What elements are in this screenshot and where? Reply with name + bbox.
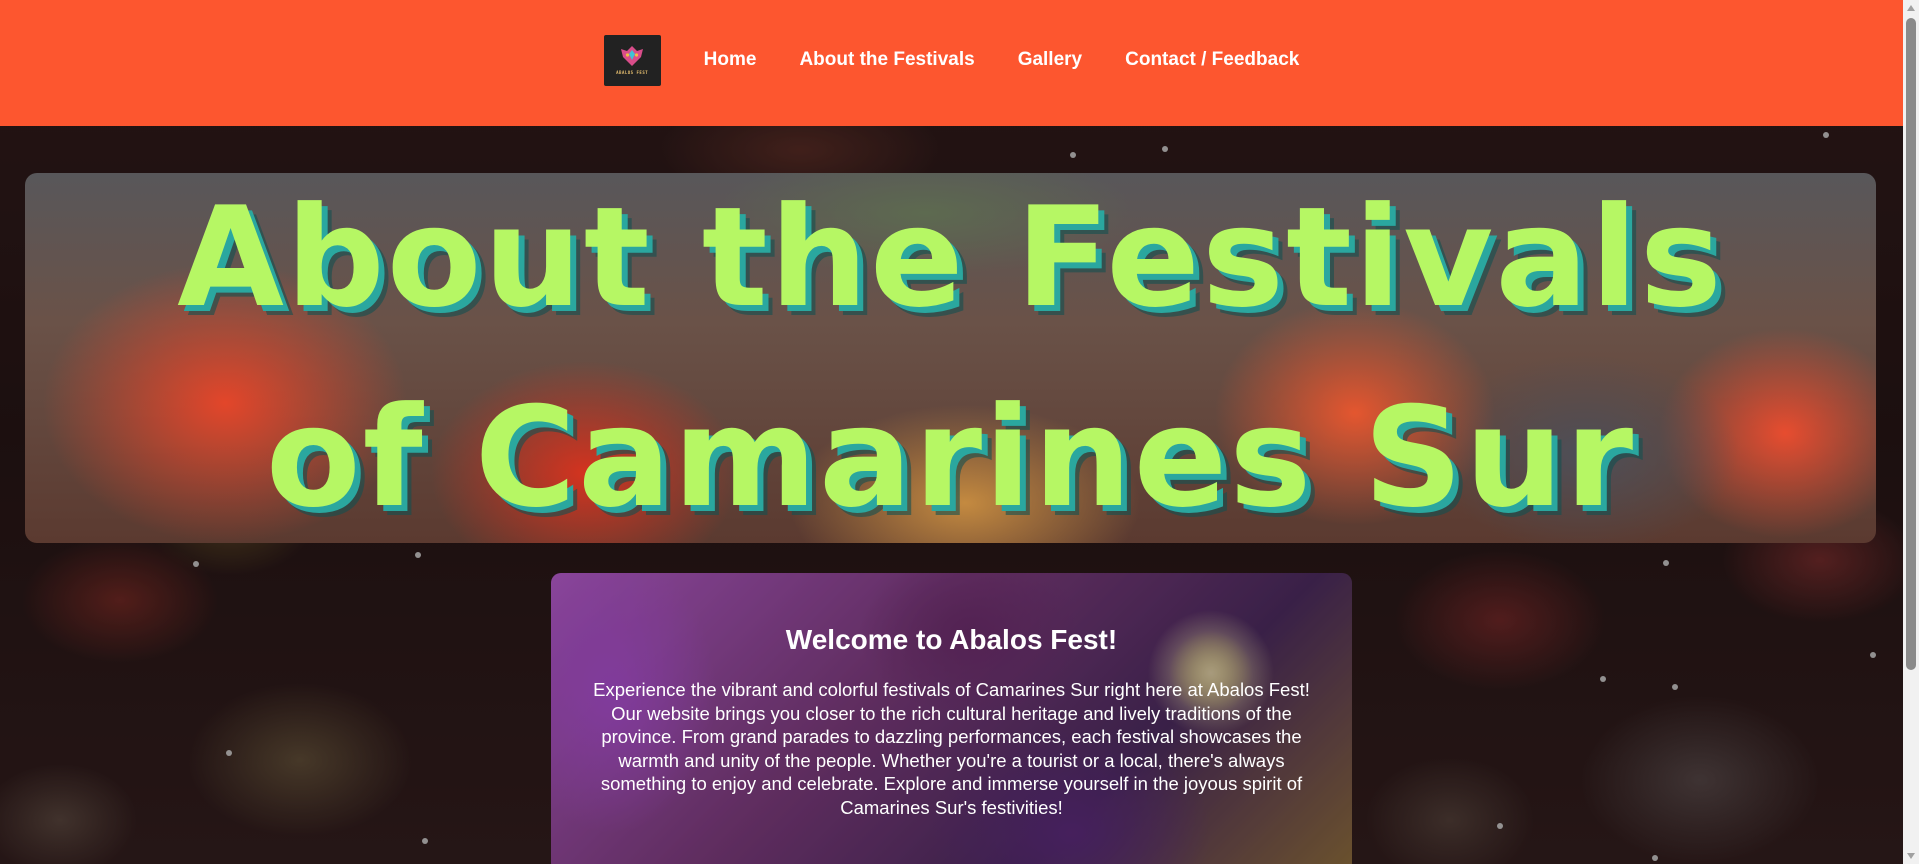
- welcome-body: Experience the vibrant and colorful fest…: [593, 679, 1310, 818]
- mask-logo-icon: [621, 46, 644, 66]
- sparkle: [415, 552, 421, 558]
- nav-link-home[interactable]: Home: [704, 49, 757, 71]
- page-scrollbar[interactable]: [1903, 0, 1919, 864]
- main-nav: ABALOS FEST Home About the Festivals Gal…: [603, 34, 1299, 86]
- sparkle: [1497, 823, 1503, 829]
- nav-link-about-festivals[interactable]: About the Festivals: [799, 49, 974, 71]
- site-header: ABALOS FEST Home About the Festivals Gal…: [0, 0, 1903, 126]
- hero-title: About the Festivals of Camarines Sur: [25, 173, 1876, 543]
- sparkle: [1672, 684, 1678, 690]
- nav-link-contact-feedback[interactable]: Contact / Feedback: [1125, 49, 1299, 71]
- sparkle: [422, 838, 428, 844]
- welcome-card: Welcome to Abalos Fest! Experience the v…: [551, 573, 1352, 864]
- scroll-thumb[interactable]: [1906, 18, 1916, 670]
- nav-link-gallery[interactable]: Gallery: [1018, 49, 1082, 71]
- sparkle: [1823, 132, 1829, 138]
- logo-text: ABALOS FEST: [616, 70, 649, 75]
- sparkle: [1870, 652, 1876, 658]
- scroll-up-arrow-icon[interactable]: [1907, 5, 1915, 11]
- hero-title-line-1: About the Festivals: [177, 177, 1724, 338]
- sparkle: [1600, 676, 1606, 682]
- sparkle: [226, 750, 232, 756]
- site-logo[interactable]: ABALOS FEST: [603, 34, 661, 86]
- sparkle: [1663, 560, 1669, 566]
- sparkle: [1652, 855, 1658, 861]
- sparkle: [1070, 152, 1076, 158]
- sparkle: [1162, 146, 1168, 152]
- scroll-down-arrow-icon[interactable]: [1907, 853, 1915, 859]
- hero-title-line-2: of Camarines Sur: [265, 377, 1636, 538]
- welcome-heading: Welcome to Abalos Fest!: [785, 624, 1118, 655]
- sparkle: [193, 561, 199, 567]
- hero-banner: About the Festivals of Camarines Sur: [25, 173, 1876, 543]
